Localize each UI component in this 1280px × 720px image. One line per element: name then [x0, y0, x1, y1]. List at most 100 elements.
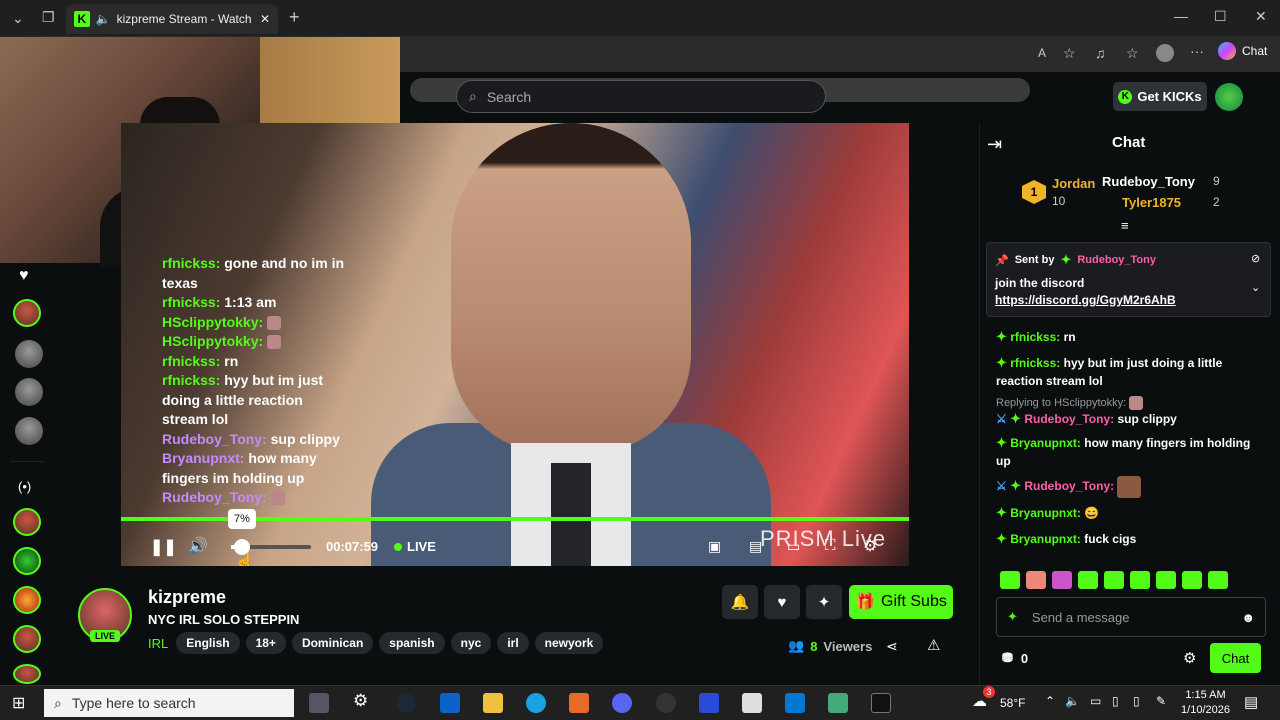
clock-time[interactable]: 1:15 AM: [1183, 689, 1228, 701]
fullscreen-icon[interactable]: ⛶: [825, 537, 836, 554]
app-icon[interactable]: [699, 693, 719, 713]
send-chat-button[interactable]: Chat: [1210, 643, 1261, 673]
edge-icon[interactable]: [526, 693, 546, 713]
tag[interactable]: English: [176, 632, 240, 654]
app-icon[interactable]: [569, 693, 589, 713]
tag[interactable]: Dominican: [291, 632, 374, 654]
steam-icon[interactable]: [396, 693, 416, 713]
copilot-chat-button[interactable]: Chat: [1218, 42, 1267, 60]
file-explorer-icon[interactable]: [483, 693, 503, 713]
unpin-icon[interactable]: ⊘: [1251, 252, 1260, 265]
speaker-icon[interactable]: 🔈: [96, 12, 111, 26]
sidebar-channel-avatar[interactable]: [13, 625, 41, 653]
emote-icon[interactable]: [1130, 571, 1150, 589]
emote-icon[interactable]: [1000, 571, 1020, 589]
gift-subs-button[interactable]: 🎁 Gift Subs: [849, 585, 953, 619]
chat-username[interactable]: Bryanupnxt:: [1010, 506, 1081, 520]
start-windows-icon[interactable]: ⊞: [12, 693, 25, 713]
outlook-icon[interactable]: [440, 693, 460, 713]
tag[interactable]: newyork: [534, 632, 604, 654]
following-heart-icon[interactable]: ♥: [19, 267, 29, 285]
network-icon[interactable]: ▭: [1090, 694, 1101, 708]
emote-icon[interactable]: [1104, 571, 1124, 589]
more-icon[interactable]: ···: [1190, 43, 1204, 59]
category-link[interactable]: IRL: [148, 636, 168, 651]
tag[interactable]: spanish: [379, 632, 445, 654]
follow-heart-button[interactable]: ♥: [764, 585, 800, 619]
get-kicks-button[interactable]: K Get KICKs: [1113, 82, 1207, 111]
notifications-bell-button[interactable]: 🔔: [722, 585, 758, 619]
settings-gear-icon[interactable]: ⚙: [863, 536, 877, 556]
volume-tray-icon[interactable]: 🔈: [1065, 694, 1080, 708]
sidebar-channel-avatar[interactable]: [15, 417, 43, 445]
leaderboard-third-name[interactable]: Tyler1875: [1122, 195, 1181, 210]
tag[interactable]: nyc: [450, 632, 492, 654]
favorite-icon[interactable]: ☆: [1063, 45, 1076, 62]
pip-icon[interactable]: ▣: [708, 538, 721, 555]
favorites-icon[interactable]: ☆: [1126, 45, 1139, 62]
notifications-icon[interactable]: ▤: [1244, 693, 1258, 711]
chat-username[interactable]: Rudeboy_Tony:: [1024, 412, 1114, 426]
chat-username[interactable]: Bryanupnxt:: [1010, 532, 1081, 546]
taskbar-search[interactable]: ⌕ Type here to search: [44, 689, 294, 717]
emote-icon[interactable]: [1078, 571, 1098, 589]
chat-username[interactable]: rfnickss:: [1010, 330, 1060, 344]
settings-app-icon[interactable]: ⚙: [353, 691, 368, 711]
live-indicator[interactable]: LIVE: [407, 539, 436, 554]
new-tab-icon[interactable]: +: [289, 7, 300, 28]
sidebar-channel-avatar[interactable]: [15, 378, 43, 406]
sidebar-channel-avatar[interactable]: [13, 508, 41, 536]
media-icon[interactable]: ♫: [1095, 45, 1106, 61]
volume-icon[interactable]: 🔊: [188, 536, 208, 556]
chat-username[interactable]: Bryanupnxt:: [1010, 436, 1081, 450]
sidebar-channel-avatar[interactable]: [15, 340, 43, 368]
sidebar-channel-avatar[interactable]: [13, 586, 41, 614]
leaderboard-first-name[interactable]: Jordan: [1052, 176, 1095, 191]
minimize-icon[interactable]: —: [1174, 8, 1188, 24]
emote-icon[interactable]: [1052, 571, 1072, 589]
workspaces-icon[interactable]: ❐: [42, 9, 55, 26]
chevron-down-icon[interactable]: ⌄: [1251, 281, 1260, 294]
report-warning-icon[interactable]: ⚠: [927, 636, 940, 654]
emote-icon[interactable]: [1026, 571, 1046, 589]
chat-input[interactable]: ✦ Send a message ☻: [996, 597, 1266, 637]
emoji-icon[interactable]: ☻: [1241, 610, 1255, 625]
pause-button[interactable]: ❚❚: [150, 537, 177, 557]
emote-icon[interactable]: [1156, 571, 1176, 589]
clock-date[interactable]: 1/10/2026: [1178, 704, 1233, 716]
pinned-user[interactable]: Rudeboy_Tony: [1077, 254, 1156, 266]
expand-leaderboard-icon[interactable]: ≡: [1121, 218, 1129, 233]
app-icon[interactable]: [828, 693, 848, 713]
maximize-icon[interactable]: ☐: [1214, 8, 1227, 25]
read-aloud-icon[interactable]: A: [1038, 46, 1046, 60]
chat-username[interactable]: rfnickss:: [1010, 356, 1060, 370]
profile-icon[interactable]: [1156, 44, 1174, 62]
sidebar-channel-avatar[interactable]: [13, 547, 41, 575]
tab-list-icon[interactable]: ⌄: [12, 10, 24, 27]
tray-icon[interactable]: ▯: [1112, 694, 1119, 708]
task-view-icon[interactable]: [309, 693, 329, 713]
epic-games-icon[interactable]: [871, 693, 891, 713]
search-input[interactable]: ⌕ Search: [456, 80, 826, 113]
user-avatar[interactable]: [1215, 83, 1243, 111]
theater-mode-icon[interactable]: ▭: [787, 538, 800, 555]
tag[interactable]: 18+: [245, 632, 286, 654]
app-icon[interactable]: [742, 693, 762, 713]
pen-icon[interactable]: ✎: [1156, 694, 1166, 708]
kicks-balance[interactable]: ⛃ 0: [1002, 650, 1028, 666]
chat-settings-gear-icon[interactable]: ⚙: [1183, 649, 1196, 667]
obs-icon[interactable]: [656, 693, 676, 713]
leaderboard-second-name[interactable]: Rudeboy_Tony: [1102, 174, 1195, 189]
sparkle-button[interactable]: ✦: [806, 585, 842, 619]
pinned-link[interactable]: https://discord.gg/GgyM2r6AhB: [995, 293, 1176, 307]
close-window-icon[interactable]: ✕: [1255, 8, 1267, 25]
share-icon[interactable]: ⋖: [886, 638, 898, 655]
discord-icon[interactable]: [612, 693, 632, 713]
sidebar-channel-avatar[interactable]: [13, 299, 41, 327]
channel-name[interactable]: kizpreme: [148, 587, 226, 608]
emote-icon[interactable]: [1208, 571, 1228, 589]
collapse-chat-icon[interactable]: ⇥: [987, 134, 1002, 155]
chat-username[interactable]: Rudeboy_Tony:: [1024, 479, 1114, 493]
sidebar-channel-avatar[interactable]: [13, 664, 41, 684]
tag[interactable]: irl: [497, 632, 529, 654]
